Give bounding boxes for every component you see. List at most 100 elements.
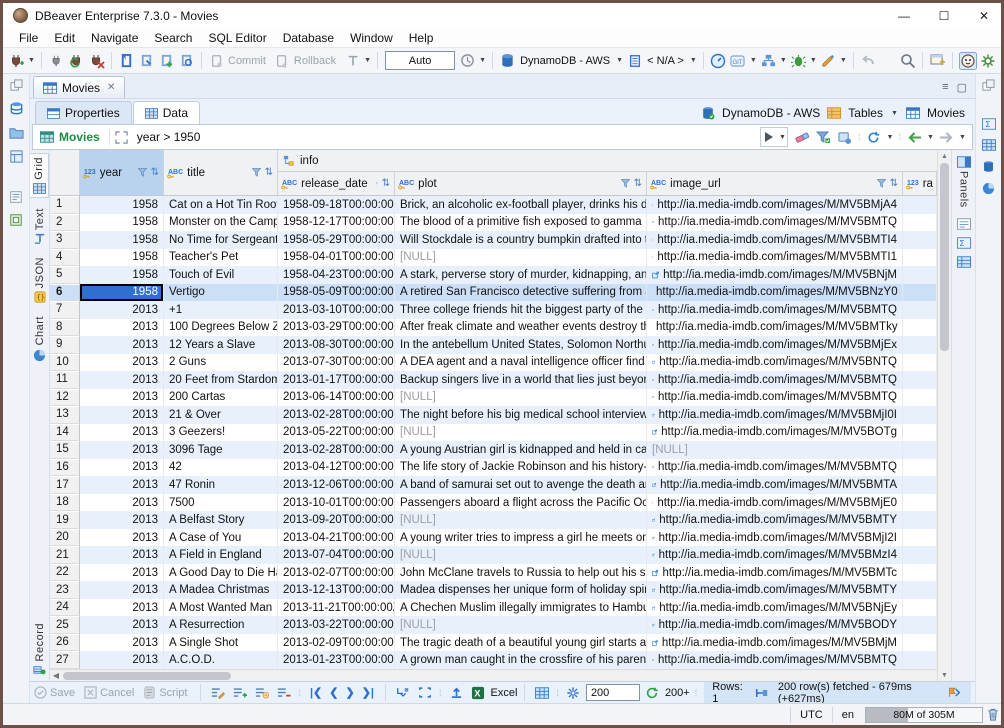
breadcrumb-connection[interactable]: DynamoDB - AWS	[722, 106, 820, 120]
cell-image-url[interactable]: http://ia.media-imdb.com/images/M/MV5BMT…	[647, 371, 903, 389]
row-number[interactable]: 6	[50, 284, 80, 302]
outline-view-icon[interactable]: Σ	[982, 118, 996, 130]
schema-dropdown[interactable]: ▼	[689, 57, 698, 64]
cell-title[interactable]: 47 Ronin	[164, 476, 278, 494]
disconnect-icon[interactable]	[87, 51, 106, 70]
cell-image-url[interactable]: http://ia.media-imdb.com/images/M/MV5BOT…	[647, 424, 903, 442]
cell-release-date[interactable]: 1958-04-23T00:00:00Z	[278, 266, 395, 284]
cell-year[interactable]: 2013	[80, 529, 164, 547]
cell-rating[interactable]	[903, 406, 937, 424]
cell-title[interactable]: A Good Day to Die Hard	[164, 564, 278, 582]
column-header-plot[interactable]: ABC plot ⇅	[395, 172, 647, 195]
language-label[interactable]: en	[832, 707, 863, 723]
maximize-button[interactable]: ☐	[937, 9, 951, 23]
row-number[interactable]: 22	[50, 564, 80, 582]
cell-year[interactable]: 2013	[80, 301, 164, 319]
active-schema-label[interactable]: < N/A >	[647, 55, 684, 67]
row-number[interactable]: 13	[50, 406, 80, 424]
cell-plot[interactable]: The blood of a primitive fish exposed to…	[395, 214, 647, 232]
cell-rating[interactable]	[903, 424, 937, 442]
cell-plot[interactable]: Three college friends hit the biggest pa…	[395, 301, 647, 319]
cell-rating[interactable]	[903, 581, 937, 599]
sort-icon[interactable]: ⇅	[265, 167, 273, 178]
filter-expression[interactable]: year > 1950	[131, 130, 760, 144]
cell-plot[interactable]: A retired San Francisco detective suffer…	[395, 284, 647, 302]
cell-title[interactable]: 42	[164, 459, 278, 477]
cell-release-date[interactable]: 2013-12-06T00:00:00Z	[278, 476, 395, 494]
grid-panel-shortcut-icon[interactable]	[982, 139, 996, 151]
open-sql-file-icon[interactable]	[177, 51, 196, 70]
last-row-icon[interactable]: ❯|	[362, 686, 374, 699]
row-number[interactable]: 24	[50, 599, 80, 617]
row-number[interactable]: 1	[50, 196, 80, 214]
git-dropdown[interactable]: ▼	[749, 57, 758, 64]
row-number[interactable]: 7	[50, 301, 80, 319]
dashboard-icon[interactable]	[709, 51, 728, 70]
filter-table-ref[interactable]: Movies	[33, 130, 107, 144]
minimize-button[interactable]: —	[897, 9, 911, 23]
row-number[interactable]: 23	[50, 581, 80, 599]
cell-title[interactable]: Cat on a Hot Tin Roof	[164, 196, 278, 214]
cell-plot[interactable]: A band of samurai set out to avenge the …	[395, 476, 647, 494]
row-number[interactable]: 8	[50, 319, 80, 337]
cell-title[interactable]: A Case of You	[164, 529, 278, 547]
cell-image-url[interactable]: http://ia.media-imdb.com/images/M/MV5BMT…	[647, 214, 903, 232]
cell-title[interactable]: A Resurrection	[164, 616, 278, 634]
cell-release-date[interactable]: 2013-02-28T00:00:00Z	[278, 406, 395, 424]
cell-release-date[interactable]: 2013-11-21T00:00:00Z	[278, 599, 395, 617]
cell-image-url[interactable]: http://ia.media-imdb.com/images/M/MV5BMT…	[647, 319, 903, 337]
add-row-icon[interactable]	[230, 683, 249, 702]
cell-title[interactable]: Vertigo	[164, 284, 278, 302]
cell-plot[interactable]: Brick, an alcoholic ex-football player, …	[395, 196, 647, 214]
sql-console-icon[interactable]	[137, 51, 156, 70]
cancel-button[interactable]: Cancel	[84, 686, 134, 699]
cell-rating[interactable]	[903, 529, 937, 547]
filter-funnel-icon[interactable]	[376, 179, 378, 188]
cell-image-url[interactable]: http://ia.media-imdb.com/images/M/MV5BMj…	[647, 494, 903, 512]
cell-release-date[interactable]: 2013-04-12T00:00:00Z	[278, 459, 395, 477]
breadcrumb-dropdown[interactable]: ▼	[890, 110, 899, 117]
cell-title[interactable]: 21 & Over	[164, 406, 278, 424]
tab-panels[interactable]: Panels	[957, 153, 971, 211]
cell-image-url[interactable]: http://ia.media-imdb.com/images/M/MV5BMT…	[647, 249, 903, 267]
cell-image-url[interactable]: [NULL]	[647, 441, 903, 459]
cell-rating[interactable]	[903, 599, 937, 617]
cell-image-url[interactable]: http://ia.media-imdb.com/images/M/MV5BOD…	[647, 616, 903, 634]
cell-rating[interactable]	[903, 249, 937, 267]
fetch-next-icon[interactable]	[643, 683, 662, 702]
row-number[interactable]: 15	[50, 441, 80, 459]
open-link-icon[interactable]	[652, 638, 658, 648]
cell-title[interactable]: 100 Degrees Below Zero	[164, 319, 278, 337]
duplicate-row-icon[interactable]	[252, 683, 271, 702]
sql-editor-icon[interactable]	[117, 51, 136, 70]
row-number[interactable]: 14	[50, 424, 80, 442]
sort-icon[interactable]: ⇅	[634, 178, 642, 189]
connect-icon[interactable]	[47, 51, 66, 70]
menu-file[interactable]: File	[11, 30, 46, 46]
row-number[interactable]: 18	[50, 494, 80, 512]
cell-rating[interactable]	[903, 371, 937, 389]
menu-navigate[interactable]: Navigate	[83, 30, 146, 46]
save-filter-icon[interactable]	[814, 128, 833, 147]
cell-year[interactable]: 2013	[80, 511, 164, 529]
cell-release-date[interactable]: 1958-05-29T00:00:00Z	[278, 231, 395, 249]
cell-plot[interactable]: A young Austrian girl is kidnapped and h…	[395, 441, 647, 459]
cell-rating[interactable]	[903, 231, 937, 249]
cell-rating[interactable]	[903, 564, 937, 582]
cell-plot[interactable]: [NULL]	[395, 249, 647, 267]
bookmarks-view-icon[interactable]	[9, 213, 23, 227]
cell-plot[interactable]: [NULL]	[395, 546, 647, 564]
cell-release-date[interactable]: 1958-12-17T00:00:00Z	[278, 214, 395, 232]
cell-release-date[interactable]: 2013-03-10T00:00:00Z	[278, 301, 395, 319]
open-perspective-icon[interactable]	[928, 51, 947, 70]
filter-history-dropdown[interactable]: ▼	[778, 134, 787, 141]
cell-rating[interactable]	[903, 616, 937, 634]
open-link-icon[interactable]	[652, 427, 657, 437]
cell-year[interactable]: 2013	[80, 476, 164, 494]
filter-funnel-icon[interactable]	[877, 179, 886, 188]
tab-data[interactable]: Data	[133, 101, 200, 124]
cell-plot[interactable]: A grown man caught in the crossfire of h…	[395, 651, 647, 669]
cell-rating[interactable]	[903, 389, 937, 407]
cell-release-date[interactable]: 2013-01-23T00:00:00Z	[278, 651, 395, 669]
filter-funnel-icon[interactable]	[621, 179, 630, 188]
